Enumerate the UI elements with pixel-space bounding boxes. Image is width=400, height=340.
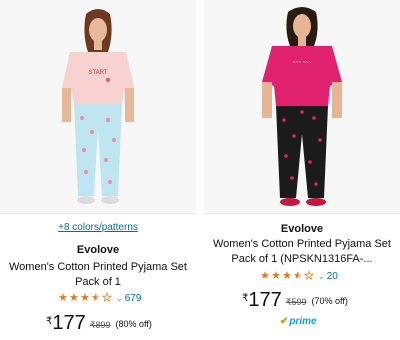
prime-badge: ✔ prime <box>280 316 317 327</box>
star-icon: ★ <box>69 292 79 304</box>
product-title-line-1[interactable]: Women's Cotton Printed Pyjama Set <box>4 260 192 275</box>
rating-count[interactable]: 679 <box>125 293 142 304</box>
product-brand: Evolove <box>76 244 120 256</box>
price-row: ₹ 177 ₹599 (70% off) <box>242 290 348 310</box>
star-rating[interactable]: ★ ★ ★ ★ ★ <box>260 270 315 283</box>
product-card-1[interactable]: START +8 colors/patterns Evolove Women's… <box>0 0 196 340</box>
prime-check-icon: ✔ <box>280 316 289 327</box>
product-title[interactable]: Women's Cotton Printed Pyjama Set Pack o… <box>208 237 396 267</box>
card-divider <box>204 213 400 214</box>
star-icon: ★ <box>293 270 303 282</box>
price-value: 177 <box>52 312 86 334</box>
product-title-line-2[interactable]: Pack of 1 <box>4 275 192 290</box>
star-icon: ★ <box>80 292 90 304</box>
star-icon: ★ <box>58 292 68 304</box>
chevron-down-icon[interactable]: ⌄ <box>318 272 325 281</box>
product-title[interactable]: Women's Cotton Printed Pyjama Set Pack o… <box>4 260 192 290</box>
star-icon: ★ <box>271 270 281 282</box>
price-row: ₹ 177 ₹899 (80% off) <box>46 313 152 333</box>
colors-patterns-link[interactable]: +8 colors/patterns <box>0 222 196 233</box>
discount-percent: (70% off) <box>311 296 348 306</box>
star-icon: ★ <box>304 270 315 283</box>
product-title-line-1[interactable]: Women's Cotton Printed Pyjama Set <box>208 237 396 252</box>
mrp-price: ₹599 <box>285 297 307 307</box>
prime-label: prime <box>289 316 317 327</box>
mrp-price: ₹899 <box>89 320 111 330</box>
product-image-1[interactable]: START <box>0 0 196 213</box>
svg-text:~~~ ~~~: ~~~ ~~~ <box>293 60 312 66</box>
svg-text:START: START <box>88 70 107 76</box>
chevron-down-icon[interactable]: ⌄ <box>116 294 123 303</box>
star-rating[interactable]: ★ ★ ★ ★ ★ <box>58 292 113 305</box>
star-icon: ★ <box>282 270 292 282</box>
star-icon: ★ <box>260 270 270 282</box>
rating-count[interactable]: 20 <box>327 271 338 282</box>
rating-row[interactable]: ★ ★ ★ ★ ★ ⌄ 679 <box>58 291 141 305</box>
star-icon: ★ <box>102 292 113 305</box>
rating-row[interactable]: ★ ★ ★ ★ ★ ⌄ 20 <box>260 269 338 283</box>
card-divider <box>0 213 196 214</box>
discount-percent: (80% off) <box>115 319 152 329</box>
product-image-2[interactable]: ~~~ ~~~ <box>204 0 400 213</box>
price-value: 177 <box>248 289 282 311</box>
product-brand: Evolove <box>280 223 324 235</box>
product-title-line-2[interactable]: Pack of 1 (NPSKN1316FA-... <box>208 252 396 267</box>
product-card-2[interactable]: ~~~ ~~~ Evolove Women's Cotton Printed P… <box>204 0 400 340</box>
star-icon: ★ <box>91 292 101 304</box>
